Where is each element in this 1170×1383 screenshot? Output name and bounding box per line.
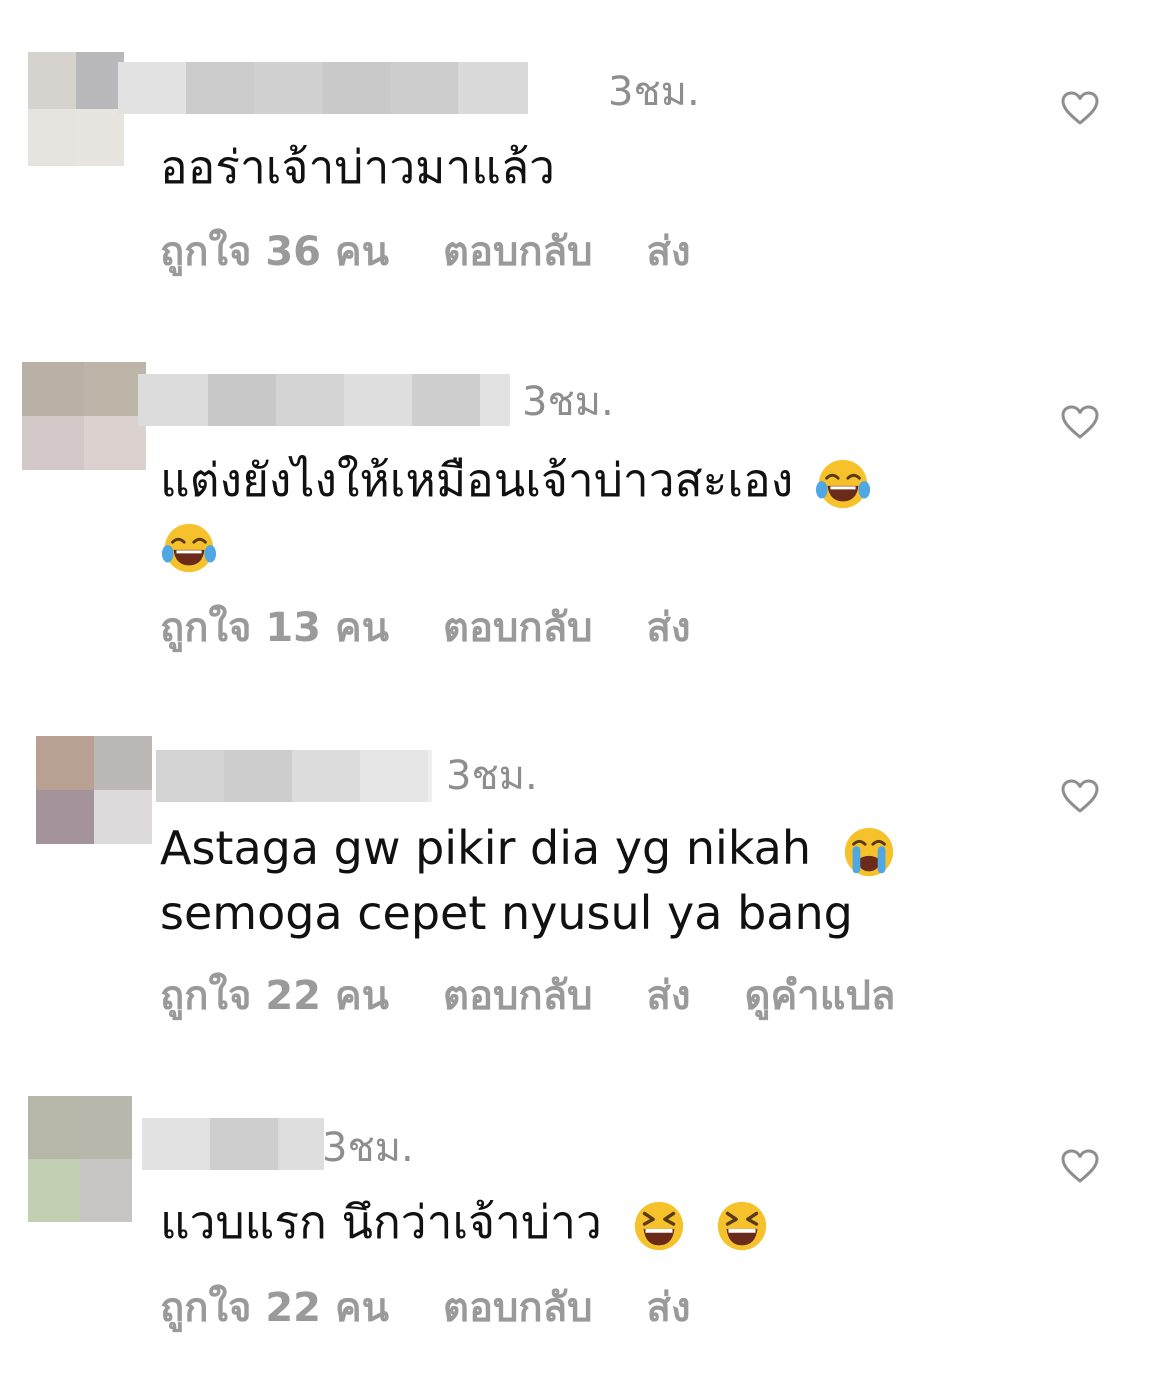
heart-outline-icon[interactable] (1060, 1148, 1100, 1184)
heart-outline-icon[interactable] (1060, 90, 1100, 126)
username-redacted[interactable] (142, 1118, 324, 1170)
reply-button[interactable]: ตอบกลับ (443, 976, 593, 1016)
send-button[interactable]: ส่ง (647, 232, 691, 272)
likes-count-link[interactable]: ถูกใจ 36 คน (160, 232, 389, 272)
see-translation-button[interactable]: ดูคำแปล (745, 976, 896, 1016)
likes-count-link[interactable]: ถูกใจ 22 คน (160, 1288, 389, 1328)
username-redacted[interactable] (138, 374, 510, 426)
comment-time: 3ชม. (522, 379, 614, 425)
heart-outline-icon[interactable] (1060, 404, 1100, 440)
likes-count-link[interactable]: ถูกใจ 22 คน (160, 976, 389, 1016)
username-redacted[interactable] (156, 750, 432, 802)
avatar[interactable] (36, 736, 152, 844)
likes-count-link[interactable]: ถูกใจ 13 คน (160, 608, 389, 648)
comment-actions: ถูกใจ 22 คน ตอบกลับ ส่ง (160, 1288, 745, 1328)
avatar[interactable] (28, 1096, 132, 1222)
comment-text: Astaga gw pikir dia yg nikah semoga cepe… (160, 816, 960, 945)
comment-time: 3ชม. (608, 69, 700, 115)
comment-text-body: แวบแรก นึกว่าเจ้าบ่าว (160, 1195, 602, 1249)
comment-actions: ถูกใจ 36 คน ตอบกลับ ส่ง (160, 232, 745, 272)
face-with-tears-of-joy-icon (815, 459, 870, 508)
send-button[interactable]: ส่ง (647, 608, 691, 648)
username-redacted[interactable] (118, 62, 528, 114)
comment-text-body: Astaga gw pikir dia yg nikah (160, 821, 811, 875)
send-button[interactable]: ส่ง (647, 1288, 691, 1328)
face-with-tears-of-joy-icon (161, 523, 217, 573)
loudly-crying-face-icon (844, 827, 893, 876)
comment-time: 3ชม. (322, 1125, 414, 1171)
send-button[interactable]: ส่ง (647, 976, 691, 1016)
comment-text: ออร่าเจ้าบ่าวมาแล้ว (160, 135, 960, 199)
avatar[interactable] (22, 362, 146, 470)
grinning-squinting-face-icon (717, 1201, 767, 1250)
comment-text-line2: semoga cepet nyusul ya bang (160, 885, 853, 940)
comment-text: แวบแรก นึกว่าเจ้าบ่าว (160, 1190, 960, 1255)
reply-button[interactable]: ตอบกลับ (443, 232, 593, 272)
reply-button[interactable]: ตอบกลับ (443, 608, 593, 648)
comment-text-body: แต่งยังไงให้เหมือนเจ้าบ่าวสะเอง (160, 453, 794, 507)
comment-text-body: ออร่าเจ้าบ่าวมาแล้ว (160, 140, 555, 194)
grinning-squinting-face-icon (635, 1201, 684, 1250)
comment-time: 3ชม. (446, 753, 538, 799)
comment-actions: ถูกใจ 13 คน ตอบกลับ ส่ง (160, 608, 745, 648)
heart-outline-icon[interactable] (1060, 778, 1100, 814)
comment-actions: ถูกใจ 22 คน ตอบกลับ ส่ง ดูคำแปล (160, 976, 949, 1016)
reply-button[interactable]: ตอบกลับ (443, 1288, 593, 1328)
avatar[interactable] (28, 52, 124, 166)
comment-text: แต่งยังไงให้เหมือนเจ้าบ่าวสะเอง (160, 448, 960, 577)
